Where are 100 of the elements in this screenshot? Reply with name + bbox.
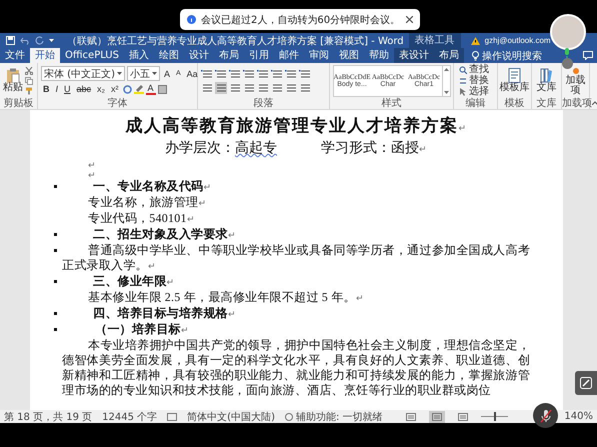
context-tools-label: 表格工具 — [408, 33, 461, 48]
comment-icon[interactable] — [583, 51, 593, 60]
align-left-icon[interactable] — [201, 82, 213, 94]
web-layout-icon[interactable] — [458, 412, 468, 420]
ribbon-group-label: 文库 — [536, 98, 558, 109]
format-button[interactable]: B — [41, 83, 52, 95]
proofing-icon[interactable] — [167, 412, 178, 420]
body-text: 基本修业年限 2.5 年，最高修业年限不超过 5 年。↵ — [88, 290, 364, 304]
ribbon-tab[interactable]: 文件 — [0, 48, 30, 63]
replace-button[interactable]: 替换 — [457, 76, 491, 86]
paste-button[interactable]: 粘贴 — [3, 68, 23, 93]
tell-me-search[interactable]: 操作说明搜索 — [482, 48, 542, 62]
body-text: 专业名称，旅游管理↵ — [88, 195, 206, 209]
font-color-button[interactable]: A — [146, 84, 156, 94]
ribbon-group-label: 模板 — [504, 98, 526, 109]
template-library-button[interactable]: 模板库 — [500, 68, 530, 93]
undo-icon[interactable] — [20, 36, 30, 45]
bullets-icon[interactable] — [201, 68, 213, 80]
format-button[interactable]: x² — [109, 83, 121, 95]
body-text: 普通高级中学毕业、中等职业学校毕业或具备同等学历者，通过参加全国成人高考正式录取入学。↵ — [62, 243, 530, 272]
ribbon-tab[interactable]: 引用 — [244, 48, 274, 63]
info-icon — [187, 15, 196, 24]
accessibility-status[interactable]: 辅助功能: 一切就绪 — [296, 410, 383, 424]
read-mode-icon[interactable] — [406, 412, 416, 420]
section-heading: 四、培养目标与培养规格↵ — [93, 306, 236, 320]
ribbon-group-label: 字体 — [106, 98, 128, 109]
cut-icon[interactable] — [25, 66, 33, 74]
change-case-button[interactable]: Aa — [184, 68, 200, 80]
books-icon — [540, 68, 553, 83]
format-button[interactable]: U — [62, 83, 73, 95]
caret-icon — [116, 72, 122, 75]
ribbon-tab[interactable]: 表设计 — [394, 48, 434, 63]
caret-icon — [152, 72, 157, 75]
section-heading: 二、招生对象及入学要求↵ — [93, 227, 236, 241]
scroll-down-icon[interactable] — [444, 90, 449, 94]
paragraph-mark: ↵ — [458, 123, 466, 133]
ribbon-tab[interactable]: 开始 — [30, 48, 60, 63]
microphone-icon[interactable] — [563, 48, 571, 58]
add-in-icon — [572, 68, 578, 74]
ribbon-tab[interactable]: OfficePLUS — [60, 48, 124, 63]
body-text: 专业代码，540101↵ — [88, 211, 195, 225]
format-button[interactable]: abc — [74, 83, 94, 95]
ribbon-tab[interactable]: 绘图 — [154, 48, 184, 63]
accessibility-icon — [284, 412, 293, 420]
account-email[interactable]: gzhj@outlook.com — [484, 36, 551, 45]
ribbon-group-label: 样式 — [380, 98, 402, 109]
section-heading: 一、专业名称及代码↵ — [93, 179, 212, 193]
font-size-dropdown[interactable]: 小五 — [126, 66, 160, 81]
save-icon[interactable] — [6, 36, 15, 45]
document-title: 成人高等教育旅游管理专业人才培养方案 — [126, 116, 458, 135]
language-status[interactable]: 简体中文(中国大陆) — [187, 410, 275, 424]
format-painter-icon[interactable] — [25, 86, 33, 94]
ribbon-group-label: 加载项 — [562, 98, 589, 109]
dropdown-icon[interactable] — [49, 38, 54, 42]
copy-icon[interactable] — [25, 76, 33, 84]
paragraph-mark: ↵ — [88, 160, 96, 170]
close-icon[interactable] — [406, 16, 413, 23]
search-icon — [459, 66, 467, 74]
ribbon-tab[interactable]: 视图 — [334, 48, 364, 63]
format-button[interactable]: x₂ — [95, 83, 108, 95]
ribbon-tab[interactable]: 邮件 — [274, 48, 304, 63]
annotate-button[interactable] — [575, 371, 597, 395]
video-avatar[interactable] — [550, 14, 586, 50]
template-icon — [508, 68, 521, 83]
shading-icon[interactable] — [158, 84, 167, 94]
select-button[interactable]: 选择 — [457, 86, 491, 96]
page-count[interactable]: 第 18 页，共 19 页 — [4, 410, 92, 424]
find-button[interactable]: 查找 — [457, 64, 491, 74]
lightbulb-icon — [472, 50, 479, 60]
scroll-up-icon[interactable] — [444, 68, 449, 70]
ribbon-tab[interactable]: 审阅 — [304, 48, 334, 63]
subsection-heading: （一）培养目标↵ — [95, 322, 189, 336]
add-ins-button[interactable]: 加载项 — [566, 65, 586, 96]
library-button[interactable]: 文库 — [532, 68, 562, 93]
ribbon-tab[interactable]: 布局 — [434, 48, 464, 63]
ribbon-tab[interactable]: 帮助 — [364, 48, 394, 63]
subtitle-label: 学习形式： — [321, 141, 391, 156]
grow-font-button[interactable]: A — [162, 68, 172, 80]
ribbon-tab[interactable]: 布局 — [214, 48, 244, 63]
format-button[interactable]: I — [54, 83, 60, 95]
ribbon-tab[interactable]: 插入 — [124, 48, 154, 63]
subtitle-value: 高起专 — [235, 141, 277, 156]
highlighter-icon[interactable] — [134, 84, 144, 94]
redo-icon[interactable] — [35, 36, 44, 45]
window-title: （联赋）烹饪工艺与营养专业成人高等教育人才培养方案 [兼容模式] - Word — [67, 34, 404, 48]
collapse-ribbon-icon[interactable] — [592, 101, 597, 105]
muted-microphone-icon — [540, 408, 552, 422]
paragraph-mark: ↵ — [419, 144, 427, 154]
pencil-icon — [580, 377, 592, 389]
zoom-level[interactable]: 140% — [564, 411, 593, 422]
subtitle-value: 函授 — [391, 141, 419, 156]
font-name-dropdown[interactable]: 宋体 (中文正文) — [41, 66, 125, 81]
print-layout-icon[interactable] — [432, 412, 442, 420]
body-text: 本专业培养拥护中国共产党的领导，拥护中国特色社会主义制度，理想信念坚定，德智体美劳全面发展，具有一定的科学文化水平，具有良好的人文素养、职业道德、创新精神和工匠精神，具有较强的职业能力、就业能力和可持续发展的能力，掌握旅游管理市场的的专业知识和技术技能，面向旅游、酒店、烹饪等行业的职业群或岗位 — [62, 338, 530, 397]
word-count[interactable]: 12445 个字 — [102, 410, 158, 424]
ribbon-tab[interactable]: 设计 — [184, 48, 214, 63]
text-effects-icon[interactable] — [122, 84, 132, 94]
paragraph-mark: ↵ — [88, 170, 96, 180]
cursor-icon — [459, 88, 467, 96]
zoom-thumb[interactable] — [494, 412, 496, 421]
